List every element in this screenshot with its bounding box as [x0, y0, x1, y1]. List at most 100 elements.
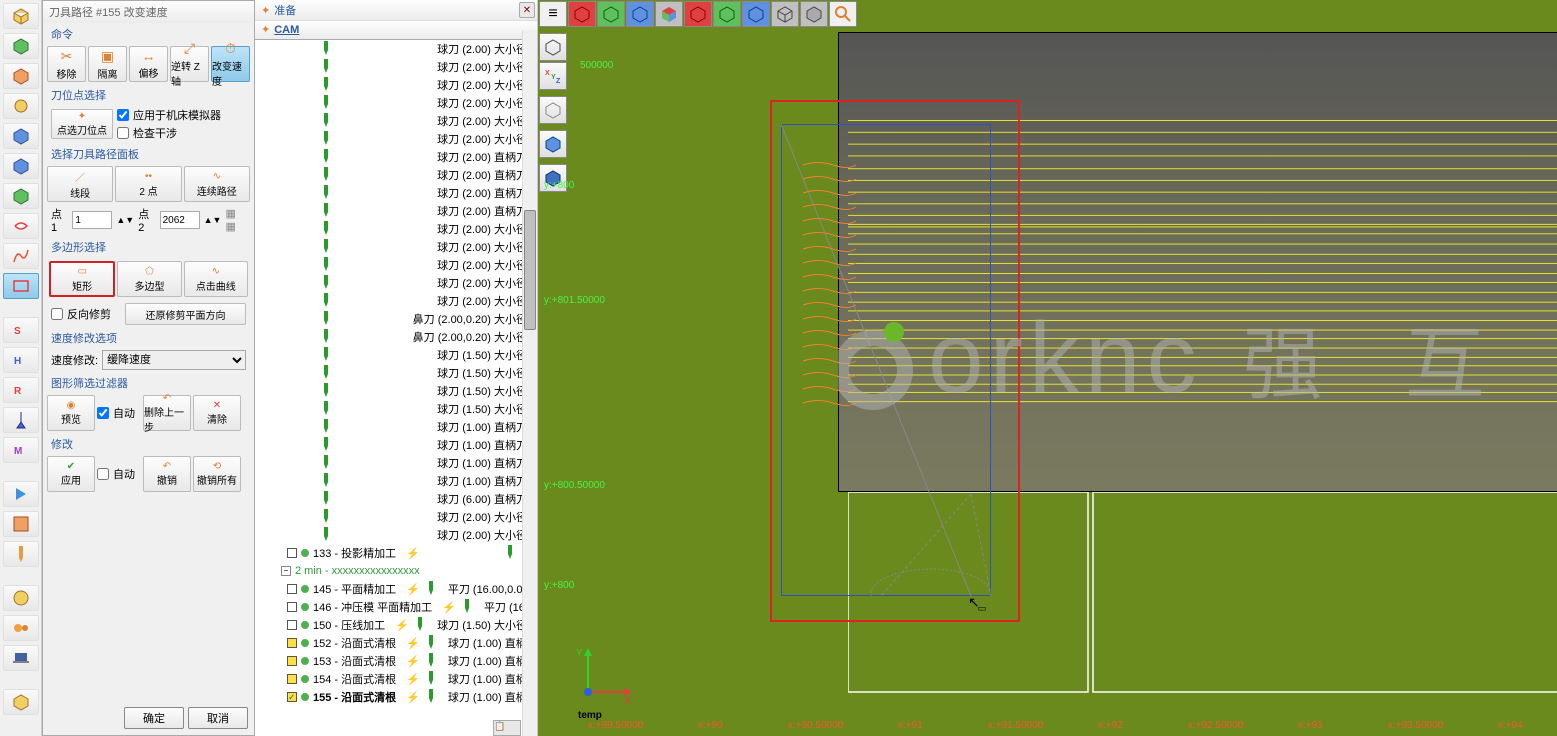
tree-tool-row[interactable]: 球刀 (1.50) 大小径: [255, 364, 537, 382]
vp-view-wire[interactable]: [771, 1, 799, 27]
cmd-reverse-z-button[interactable]: ⤢逆转 Z 轴: [170, 46, 209, 82]
tree-tool-row[interactable]: 球刀 (2.00) 大小径: [255, 274, 537, 292]
tool-cube-2[interactable]: [3, 33, 39, 59]
apply-sim-checkbox[interactable]: 应用于机床模拟器: [117, 107, 221, 123]
point-select-button[interactable]: ✦点选刀位点: [51, 109, 113, 139]
tool-s[interactable]: S: [3, 317, 39, 343]
face-continuous-button[interactable]: ∿连续路径: [184, 166, 250, 202]
viewport-3d[interactable]: ≡ XYZ: [538, 0, 1557, 736]
tree-tool-row[interactable]: 球刀 (1.50) 大小径: [255, 400, 537, 418]
modify-apply-button[interactable]: ✔应用: [47, 456, 95, 492]
tool-laptop[interactable]: [3, 645, 39, 671]
tree-op-row[interactable]: 145 - 平面精加工⚡平刀 (16.00,0.00) 直柄刀: [255, 580, 537, 598]
cmd-move-button[interactable]: ✂移除: [47, 46, 86, 82]
auto2-checkbox[interactable]: 自动: [97, 466, 141, 482]
scrollbar-thumb[interactable]: [524, 210, 536, 330]
tree-tool-row[interactable]: 球刀 (1.50) 大小径: [255, 346, 537, 364]
tool-drill[interactable]: [3, 541, 39, 567]
vp-view-side[interactable]: [626, 1, 654, 27]
tool-box-active[interactable]: [3, 273, 39, 299]
tree-tool-row[interactable]: 球刀 (2.00) 大小径: [255, 94, 537, 112]
vp-view-top[interactable]: [597, 1, 625, 27]
tool-curve[interactable]: [3, 243, 39, 269]
tool-cube-5[interactable]: [3, 123, 39, 149]
tree-tool-row[interactable]: 球刀 (2.00) 大小径: [255, 220, 537, 238]
vp-view-iso1[interactable]: [655, 1, 683, 27]
tree-tool-row[interactable]: 球刀 (2.00) 直柄刀: [255, 202, 537, 220]
close-panel-button[interactable]: ✕: [519, 2, 535, 18]
poly-click-curve-button[interactable]: ∿点击曲线: [184, 261, 248, 297]
cancel-button[interactable]: 取消: [188, 707, 248, 729]
tree-tool-row[interactable]: 球刀 (2.00) 大小径: [255, 238, 537, 256]
tool-gears[interactable]: [3, 615, 39, 641]
tree-scroll[interactable]: 球刀 (2.00) 大小径球刀 (2.00) 大小径球刀 (2.00) 大小径球…: [255, 40, 537, 736]
tool-cube-4[interactable]: [3, 93, 39, 119]
point2-input[interactable]: [160, 211, 200, 229]
tree-tool-row[interactable]: 球刀 (2.00) 直柄刀: [255, 166, 537, 184]
vp-menu-button[interactable]: ≡: [539, 1, 567, 27]
tree-tool-row[interactable]: 球刀 (2.00) 大小径: [255, 526, 537, 544]
modify-undo-all-button[interactable]: ⟲撤销所有: [193, 456, 241, 492]
reverse-trim-checkbox[interactable]: 反向修剪: [51, 306, 121, 322]
vp-view-front2[interactable]: [684, 1, 712, 27]
tree-op-row[interactable]: 154 - 沿面式清根⚡球刀 (1.00) 直柄刀: [255, 670, 537, 688]
tree-op-row[interactable]: 155 - 沿面式清根⚡球刀 (1.00) 直柄刀: [255, 688, 537, 706]
tool-box3d[interactable]: [3, 689, 39, 715]
tree-op-row[interactable]: 152 - 沿面式清根⚡球刀 (1.00) 直柄刀: [255, 634, 537, 652]
tree-tool-row[interactable]: 球刀 (2.00) 直柄刀: [255, 148, 537, 166]
tree-op-row[interactable]: 133 - 投影精加工⚡: [255, 544, 537, 562]
tool-grid[interactable]: [3, 511, 39, 537]
tree-tool-row[interactable]: 球刀 (1.00) 直柄刀: [255, 454, 537, 472]
tree-op-row[interactable]: 153 - 沿面式清根⚡球刀 (1.00) 直柄刀: [255, 652, 537, 670]
poly-polygon-button[interactable]: ⬠多边型: [117, 261, 181, 297]
tree-header-prep[interactable]: ✦准备 ✕: [255, 0, 537, 21]
tool-cube-6[interactable]: [3, 153, 39, 179]
tree-tool-row[interactable]: 鼻刀 (2.00,0.20) 大小径: [255, 328, 537, 346]
tree-tool-row[interactable]: 球刀 (1.00) 直柄刀: [255, 436, 537, 454]
auto1-checkbox[interactable]: 自动: [97, 405, 141, 421]
filter-delete-prev-button[interactable]: ↶删除上一步: [143, 395, 191, 431]
tree-tool-row[interactable]: 球刀 (6.00) 直柄刀: [255, 490, 537, 508]
vp-stock-button[interactable]: [539, 96, 567, 124]
speed-modify-select[interactable]: 缓降速度: [102, 350, 246, 370]
scrollbar[interactable]: [522, 30, 537, 736]
vp-view-top2[interactable]: [713, 1, 741, 27]
vp-wcs-button[interactable]: [539, 33, 567, 61]
tree-tool-row[interactable]: 球刀 (2.00) 大小径: [255, 256, 537, 274]
vp-view-front[interactable]: [568, 1, 596, 27]
tool-globe[interactable]: [3, 585, 39, 611]
ok-button[interactable]: 确定: [124, 707, 184, 729]
tree-tool-row[interactable]: 球刀 (2.00) 大小径: [255, 76, 537, 94]
tool-m[interactable]: M: [3, 437, 39, 463]
tree-tool-row[interactable]: 鼻刀 (2.00,0.20) 大小径: [255, 310, 537, 328]
cmd-isolate-button[interactable]: ▣隔离: [88, 46, 127, 82]
vp-solid-button[interactable]: [539, 130, 567, 158]
tree-tool-row[interactable]: 球刀 (2.00) 大小径: [255, 508, 537, 526]
vp-xyz-button[interactable]: XYZ: [539, 62, 567, 90]
paste-button[interactable]: 📋: [493, 720, 521, 736]
tool-cube-3[interactable]: [3, 63, 39, 89]
tool-analyze[interactable]: [3, 213, 39, 239]
face-line-button[interactable]: ／线段: [47, 166, 113, 202]
modify-undo-button[interactable]: ↶撤销: [143, 456, 191, 492]
filter-clear-button[interactable]: ✕清除: [193, 395, 241, 431]
tree-tool-row[interactable]: 球刀 (1.00) 直柄刀: [255, 472, 537, 490]
tree-op-row[interactable]: 150 - 压线加工⚡球刀 (1.50) 大小径: [255, 616, 537, 634]
tree-tool-row[interactable]: 球刀 (2.00) 大小径: [255, 58, 537, 76]
tree-tool-row[interactable]: 球刀 (1.50) 大小径: [255, 382, 537, 400]
tool-cube-7[interactable]: [3, 183, 39, 209]
tool-cube-1[interactable]: [3, 3, 39, 29]
tool-h[interactable]: H: [3, 347, 39, 373]
tree-header-cam[interactable]: ✦CAM: [255, 21, 537, 40]
tree-tool-row[interactable]: 球刀 (2.00) 大小径: [255, 112, 537, 130]
face-2point-button[interactable]: ••2 点: [115, 166, 181, 202]
poly-rect-button[interactable]: ▭矩形: [49, 261, 115, 297]
vp-view-shade[interactable]: [800, 1, 828, 27]
restore-trim-plane-button[interactable]: 还原修剪平面方向: [125, 303, 246, 325]
tree-tool-row[interactable]: 球刀 (2.00) 大小径: [255, 40, 537, 58]
cmd-offset-button[interactable]: ↔偏移: [129, 46, 168, 82]
vp-view-side2[interactable]: [742, 1, 770, 27]
tree-group-row[interactable]: −2 min - xxxxxxxxxxxxxxxx: [255, 562, 537, 580]
vp-zoom-button[interactable]: [829, 1, 857, 27]
tree-tool-row[interactable]: 球刀 (2.00) 大小径: [255, 292, 537, 310]
